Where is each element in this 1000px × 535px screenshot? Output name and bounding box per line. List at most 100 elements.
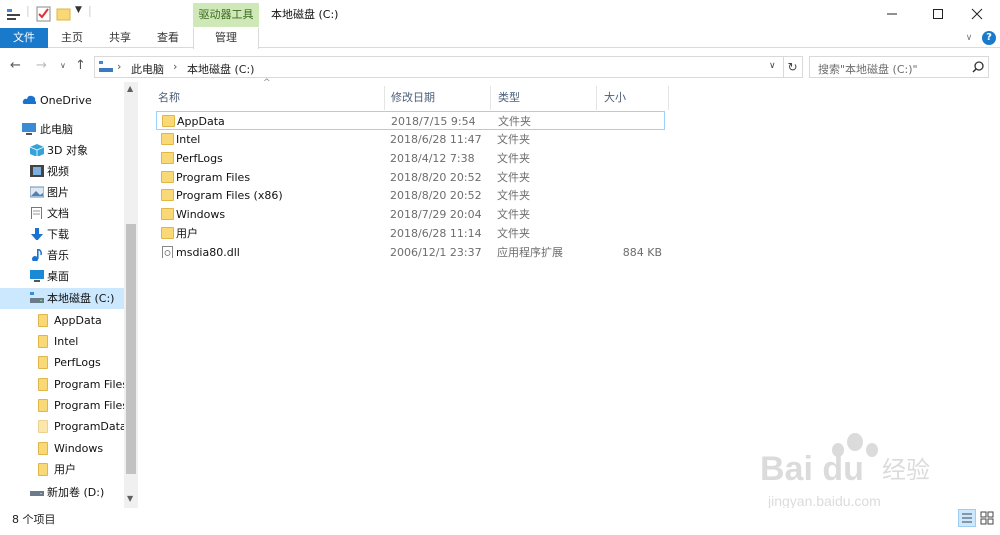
nav-item-folder[interactable]: AppData xyxy=(0,310,124,331)
scroll-down-icon[interactable]: ▼ xyxy=(127,494,133,503)
search-icon[interactable] xyxy=(972,61,984,73)
nav-item-music[interactable]: 音乐 xyxy=(0,245,124,266)
picture-icon xyxy=(30,186,44,198)
tab-share[interactable]: 共享 xyxy=(100,28,140,48)
expand-ribbon-icon[interactable]: ∨ xyxy=(962,28,976,48)
folder-icon xyxy=(38,314,48,327)
search-input[interactable]: 搜索"本地磁盘 (C:)" xyxy=(809,56,989,78)
svg-text:jingyan.baidu.com: jingyan.baidu.com xyxy=(767,493,881,509)
window-title: 本地磁盘 (C:) xyxy=(271,8,339,21)
cube-icon xyxy=(30,144,44,156)
folder-icon xyxy=(38,356,48,369)
table-row[interactable]: Program Files 2018/8/20 20:52 文件夹 xyxy=(156,168,665,187)
breadcrumb-local-disk[interactable]: 本地磁盘 (C:) xyxy=(187,61,254,77)
nav-item-videos[interactable]: 视频 xyxy=(0,161,124,182)
back-arrow-icon[interactable]: ← xyxy=(10,58,21,73)
item-count: 8 个项目 xyxy=(12,513,56,526)
minimize-button[interactable] xyxy=(869,0,915,28)
nav-item-pictures[interactable]: 图片 xyxy=(0,182,124,203)
nav-item-this-pc[interactable]: 此电脑 xyxy=(0,119,124,140)
navigation-pane: OneDrive 此电脑 3D 对象 视频 图片 文档 下载 音乐 桌面 本地磁… xyxy=(0,82,140,508)
search-placeholder: 搜索"本地磁盘 (C:)" xyxy=(818,63,918,76)
nav-item-desktop[interactable]: 桌面 xyxy=(0,266,124,287)
up-arrow-icon[interactable]: ↑ xyxy=(75,58,86,73)
drive-icon xyxy=(30,491,44,496)
table-row[interactable]: Windows 2018/7/29 20:04 文件夹 xyxy=(156,205,665,224)
nav-item-folder[interactable]: Program Files xyxy=(0,395,124,416)
folder-icon xyxy=(161,152,174,164)
nav-item-onedrive[interactable]: OneDrive xyxy=(0,90,124,111)
nav-item-documents[interactable]: 文档 xyxy=(0,203,124,224)
chevron-right-icon[interactable]: › xyxy=(117,60,121,73)
checkmark-icon[interactable] xyxy=(36,6,52,22)
nav-item-downloads[interactable]: 下载 xyxy=(0,224,124,245)
tab-view[interactable]: 查看 xyxy=(148,28,188,48)
folder-icon xyxy=(38,378,48,391)
tab-manage[interactable]: 管理 xyxy=(193,28,259,49)
nav-item-folder[interactable]: PerfLogs xyxy=(0,352,124,373)
nav-item-folder[interactable]: Program Files xyxy=(0,374,124,395)
refresh-button[interactable]: ↻ xyxy=(783,56,803,78)
address-dropdown-icon[interactable]: ∨ xyxy=(769,61,776,71)
nav-item-local-disk-c[interactable]: 本地磁盘 (C:) xyxy=(0,288,124,309)
recent-locations-icon[interactable]: ∨ xyxy=(60,61,66,70)
details-view-button[interactable] xyxy=(958,509,976,527)
svg-text:Bai du: Bai du xyxy=(760,450,864,488)
computer-icon xyxy=(99,61,113,72)
folder-icon xyxy=(38,463,48,476)
folder-icon xyxy=(161,208,174,220)
tab-file[interactable]: 文件 xyxy=(0,28,48,48)
status-bar: 8 个项目 xyxy=(0,508,1000,535)
properties-icon[interactable] xyxy=(6,6,22,22)
customize-quick-access-icon[interactable]: ▼ xyxy=(75,5,82,21)
forward-arrow-icon[interactable]: → xyxy=(36,58,47,73)
music-icon xyxy=(32,249,42,261)
column-header-size[interactable]: 大小 xyxy=(597,86,669,110)
nav-item-folder[interactable]: Intel xyxy=(0,331,124,352)
desktop-icon xyxy=(30,270,44,282)
video-icon xyxy=(30,165,44,177)
column-header-name[interactable]: 名称 xyxy=(151,86,385,110)
table-row[interactable]: AppData 2018/7/15 9:54 文件夹 xyxy=(156,111,665,130)
separator: | xyxy=(26,4,30,17)
chevron-right-icon[interactable]: › xyxy=(173,60,177,73)
ribbon-tabs: 文件 主页 共享 查看 管理 ∨ ? xyxy=(0,28,1000,49)
details-view-icon xyxy=(962,513,972,523)
folder-icon xyxy=(38,399,48,412)
folder-icon xyxy=(161,189,174,201)
new-folder-icon[interactable] xyxy=(56,6,72,22)
nav-item-3d-objects[interactable]: 3D 对象 xyxy=(0,140,124,161)
table-row[interactable]: PerfLogs 2018/4/12 7:38 文件夹 xyxy=(156,149,665,168)
folder-icon xyxy=(38,420,48,433)
large-icons-view-button[interactable] xyxy=(978,509,996,527)
table-row[interactable]: msdia80.dll 2006/12/1 23:37 应用程序扩展 884 K… xyxy=(156,243,665,262)
scrollbar-thumb[interactable] xyxy=(126,224,136,474)
breadcrumb-this-pc[interactable]: 此电脑 xyxy=(131,61,164,77)
close-button[interactable] xyxy=(954,0,1000,28)
scroll-up-icon[interactable]: ▲ xyxy=(127,84,133,93)
nav-item-folder[interactable]: Windows xyxy=(0,438,124,459)
help-icon[interactable]: ? xyxy=(982,31,996,45)
folder-icon xyxy=(162,115,175,127)
table-row[interactable]: Program Files (x86) 2018/8/20 20:52 文件夹 xyxy=(156,186,665,205)
address-bar[interactable]: › 此电脑 › 本地磁盘 (C:) ∨ xyxy=(94,56,784,78)
baidu-watermark-logo: Bai du 经验 jingyan.baidu.com xyxy=(760,433,930,509)
tab-home[interactable]: 主页 xyxy=(52,28,92,48)
separator: | xyxy=(88,4,92,17)
dll-file-icon xyxy=(162,246,173,258)
drive-tools-context-tab: 驱动器工具 xyxy=(193,3,259,27)
nav-item-new-volume-d[interactable]: 新加卷 (D:) xyxy=(0,482,124,503)
column-header-date[interactable]: 修改日期 xyxy=(384,86,491,110)
title-bar: | ▼ | 驱动器工具 本地磁盘 (C:) xyxy=(0,0,1000,28)
computer-icon xyxy=(22,123,36,135)
folder-icon xyxy=(161,133,174,145)
column-header-type[interactable]: 类型 xyxy=(491,86,597,110)
nav-item-folder[interactable]: ProgramData xyxy=(0,416,124,437)
nav-item-folder[interactable]: 用户 xyxy=(0,459,124,480)
nav-scrollbar[interactable]: ▲ ▼ xyxy=(124,82,138,508)
navigation-bar: ← → ∨ ↑ › 此电脑 › 本地磁盘 (C:) ∨ ↻ 搜索"本地磁盘 (C… xyxy=(0,54,1000,80)
table-row[interactable]: Intel 2018/6/28 11:47 文件夹 xyxy=(156,130,665,149)
folder-icon xyxy=(161,171,174,183)
table-row[interactable]: 用户 2018/6/28 11:14 文件夹 xyxy=(156,224,665,243)
svg-text:经验: 经验 xyxy=(882,456,930,484)
